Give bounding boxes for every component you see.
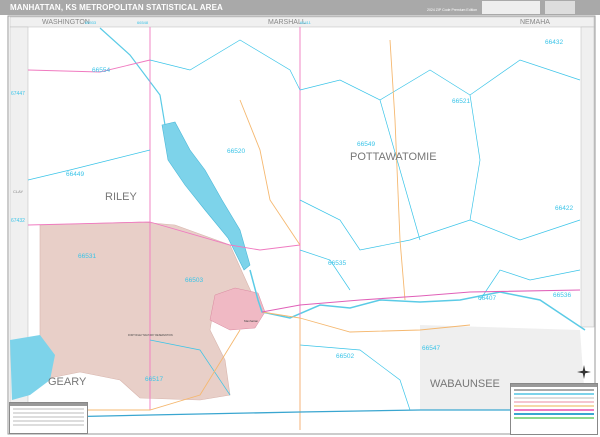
legend-row-interstate xyxy=(514,389,594,391)
logo-badge xyxy=(545,1,575,14)
county-label-washington: WASHINGTON xyxy=(42,19,90,26)
place-label-manhattan: Manhattan xyxy=(244,319,259,323)
legend-row-zip xyxy=(514,393,594,395)
legend-header xyxy=(511,384,597,387)
zip-code-table xyxy=(9,402,88,434)
map-legend xyxy=(510,383,598,435)
zip-label: 66521 xyxy=(452,98,470,105)
title-bar: MANHATTAN, KS METROPOLITAN STATISTICAL A… xyxy=(0,0,600,15)
zip-label: 66547 xyxy=(422,345,440,352)
zip-label: 66536 xyxy=(553,292,571,299)
county-label-riley: RILEY xyxy=(105,191,137,203)
legend-row-park xyxy=(514,417,594,419)
legend-row-highway xyxy=(514,405,594,407)
zip-table-row xyxy=(13,408,84,410)
legend-row-county xyxy=(514,401,594,403)
zip-label: 66432 xyxy=(545,39,563,46)
map-canvas[interactable]: WASHINGTON MARSHALL NEMAHA CLAY RILEY PO… xyxy=(0,15,600,437)
zip-label: 66548 xyxy=(137,20,149,25)
county-label-geary: GEARY xyxy=(48,376,87,388)
zip-label: 66554 xyxy=(92,67,110,74)
county-label-wabaunsee: WABAUNSEE xyxy=(430,378,500,390)
zip-label: 66520 xyxy=(227,148,245,155)
legend-row xyxy=(514,397,594,399)
place-label-fort-riley: FORT RILEY MILITARY RESERVATION xyxy=(128,334,173,337)
zip-label: 67432 xyxy=(11,218,25,224)
zip-label: 66531 xyxy=(78,253,96,260)
edition-label: 2024 ZIP Code Premium Edition xyxy=(427,8,478,12)
zip-label: 67447 xyxy=(11,91,25,97)
zip-label: 66517 xyxy=(145,376,163,383)
zip-label: 66407 xyxy=(478,295,496,302)
county-label-pottawatomie: POTTAWATOMIE xyxy=(350,151,437,163)
zip-table-row xyxy=(13,412,84,414)
legend-row-us-highway xyxy=(514,409,594,411)
legend-row-interstate-line xyxy=(514,413,594,415)
zip-label: 66933 xyxy=(85,20,97,25)
county-label-clay: CLAY xyxy=(13,189,23,194)
east-neighbor-strip xyxy=(580,26,595,328)
zip-label: 66449 xyxy=(66,171,84,178)
zip-label: 66411 xyxy=(300,20,312,25)
zip-table-header xyxy=(10,403,87,406)
map-title: MANHATTAN, KS METROPOLITAN STATISTICAL A… xyxy=(10,3,223,12)
zip-label: 66549 xyxy=(357,141,375,148)
zip-label: 66503 xyxy=(185,277,203,284)
market-maps-logo xyxy=(482,1,540,14)
zip-label: 66422 xyxy=(555,205,573,212)
county-label-nemaha: NEMAHA xyxy=(520,19,550,26)
zip-table-row xyxy=(13,424,84,426)
zip-table-row xyxy=(13,420,84,422)
zip-label: 66502 xyxy=(336,353,354,360)
zip-table-row xyxy=(13,416,84,418)
zip-label: 66535 xyxy=(328,260,346,267)
